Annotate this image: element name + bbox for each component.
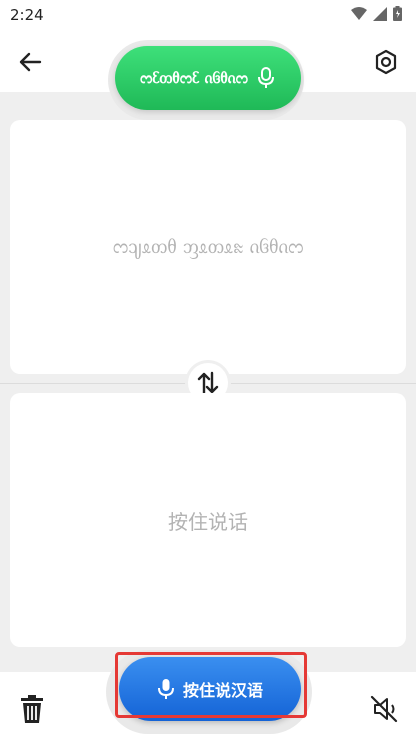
arrow-left-icon (19, 52, 42, 72)
language-button-label: ᦂᦷᦎᦲᦂᦷ ᦵᦑᦲᦵᦂ (140, 68, 248, 87)
mute-button[interactable] (368, 694, 400, 724)
signal-icon (373, 6, 387, 21)
microphone-icon (257, 67, 274, 88)
status-icons (351, 6, 402, 21)
source-placeholder: ᦂᦻᦸᦎᦲ ᦀᦸᦎᦸᦰ ᦵᦑᦲᦵᦂ (112, 234, 304, 258)
settings-button[interactable] (370, 46, 402, 78)
swap-icon (197, 371, 219, 395)
status-time: 2:24 (10, 6, 44, 24)
microphone-icon (157, 679, 174, 699)
settings-icon (375, 49, 397, 75)
delete-button[interactable] (18, 694, 46, 724)
speak-button-label: 按住说汉语 (182, 681, 263, 700)
wifi-icon (351, 6, 367, 20)
status-bar: 2:24 (0, 0, 416, 32)
trash-icon (21, 695, 43, 723)
battery-icon (393, 6, 402, 21)
language-hold-button[interactable]: ᦂᦷᦎᦲᦂᦷ ᦵᦑᦲᦵᦂ (115, 46, 301, 110)
source-text-panel[interactable]: ᦂᦻᦸᦎᦲ ᦀᦸᦎᦸᦰ ᦵᦑᦲᦵᦂ (10, 120, 406, 374)
back-button[interactable] (14, 46, 46, 78)
speaker-muted-icon (370, 695, 398, 723)
target-text-panel[interactable]: 按住说话 (10, 393, 406, 647)
hold-to-speak-chinese-button[interactable]: 按住说汉语 (119, 657, 301, 721)
target-placeholder: 按住说话 (168, 509, 248, 534)
